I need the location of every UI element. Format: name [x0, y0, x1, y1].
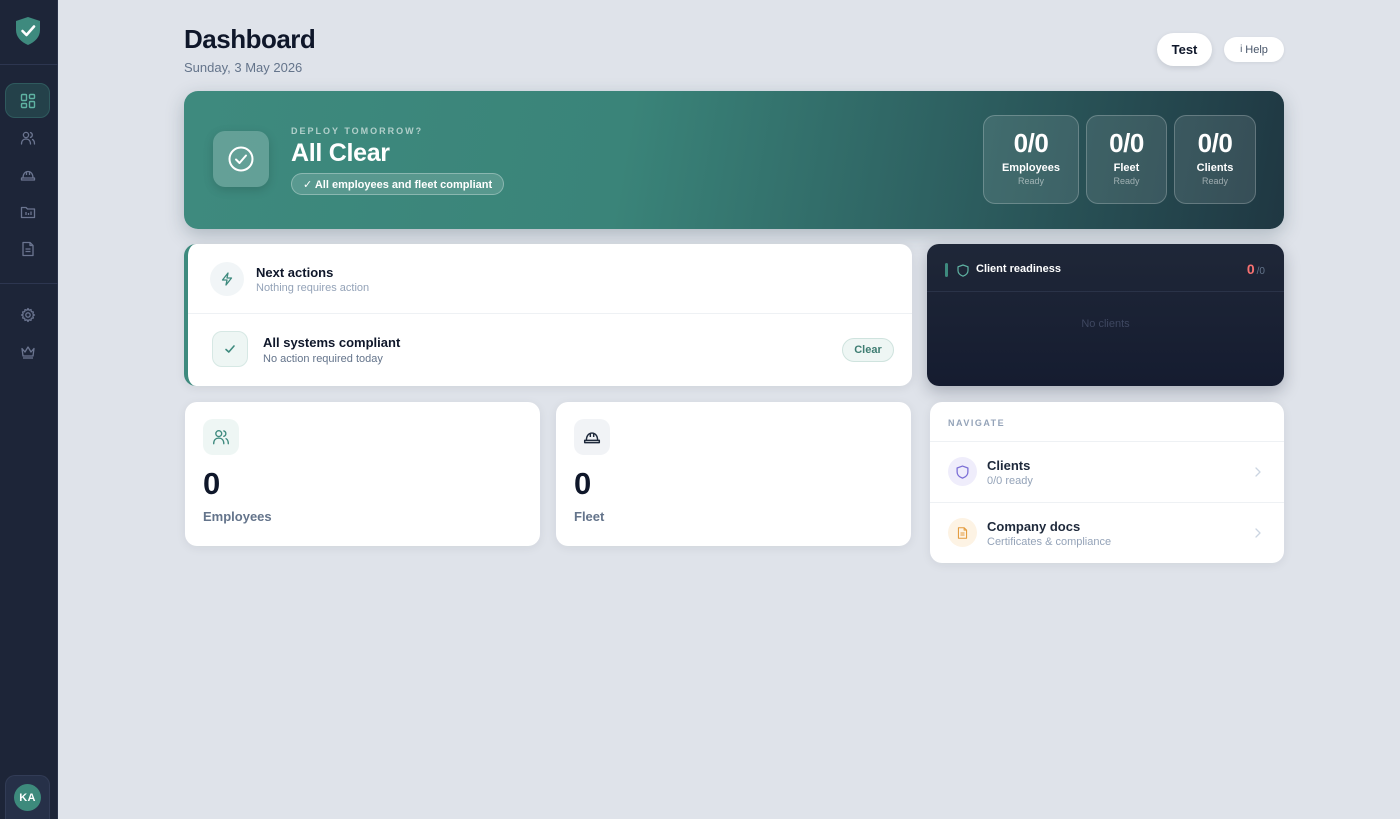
fleet-count: 0: [574, 466, 592, 501]
page-date: Sunday, 3 May 2026: [184, 60, 303, 75]
sidebar-divider: [0, 283, 58, 284]
sidebar-item-employees[interactable]: [5, 120, 50, 155]
next-actions-title: Next actions: [256, 265, 334, 280]
stat-value: 0/0: [1109, 128, 1144, 158]
stat-label: Employees: [1001, 162, 1061, 174]
dashboard-icon: [20, 93, 35, 108]
info-icon: i: [1240, 44, 1243, 55]
stat-label: Fleet: [1113, 162, 1140, 174]
test-button[interactable]: Test: [1157, 33, 1212, 66]
employees-count: 0: [203, 466, 221, 501]
checkmark-icon: [212, 331, 248, 367]
empty-state: No clients: [1081, 318, 1130, 330]
nav-item-subtitle: Certificates & compliance: [987, 536, 1112, 548]
total-count: /0: [1256, 266, 1265, 277]
chevron-right-icon: [1255, 528, 1261, 538]
hardhat-icon: [20, 170, 35, 181]
sidebar: KA: [0, 0, 58, 819]
gear-icon: [20, 307, 35, 322]
sidebar-item-documents[interactable]: [5, 231, 50, 266]
navigate-item-clients[interactable]: Clients 0/0 ready: [930, 442, 1284, 502]
compliance-status-title: All systems compliant: [263, 335, 401, 350]
nav-item-title: Clients: [987, 458, 1031, 473]
page-title: Dashboard: [184, 24, 316, 54]
sidebar-item-settings[interactable]: [5, 297, 50, 332]
sidebar-item-fleet[interactable]: [5, 157, 50, 192]
ready-count: 0: [1246, 261, 1255, 277]
shield-check-logo-icon[interactable]: [14, 16, 42, 46]
employees-card[interactable]: 0 Employees: [185, 402, 540, 546]
stat-value: 0/0: [1013, 128, 1049, 158]
client-readiness-count: 0/0: [1247, 261, 1265, 277]
hardhat-icon: [574, 419, 610, 455]
folder-icon: [20, 206, 35, 218]
stat-sub: Ready: [1113, 176, 1140, 186]
clients-stat-tile[interactable]: 0/0 Clients Ready: [1174, 115, 1256, 204]
sidebar-item-dashboard[interactable]: [5, 83, 50, 118]
navigate-heading: NAVIGATE: [948, 418, 1006, 428]
sidebar-divider: [0, 64, 58, 65]
navigate-card: NAVIGATE Clients 0/0 ready Company docs …: [930, 402, 1284, 563]
deploy-status-banner: DEPLOY TOMORROW? All Clear ✓ All employe…: [184, 91, 1284, 229]
hero-eyebrow: DEPLOY TOMORROW?: [291, 126, 424, 136]
clear-button[interactable]: Clear: [842, 338, 894, 362]
crown-icon: [20, 345, 35, 359]
stat-label: Clients: [1196, 162, 1234, 174]
stat-sub: Ready: [1201, 176, 1228, 186]
users-icon: [203, 419, 239, 455]
sidebar-item-clients[interactable]: [5, 194, 50, 229]
help-label: Help: [1245, 43, 1268, 56]
accent-bar: [945, 263, 948, 277]
employees-stat-tile[interactable]: 0/0 Employees Ready: [983, 115, 1079, 204]
next-actions-subtitle: Nothing requires action: [256, 282, 370, 294]
lightning-icon: [210, 262, 244, 296]
navigate-item-company-docs[interactable]: Company docs Certificates & compliance: [930, 503, 1284, 563]
help-button[interactable]: i Help: [1224, 37, 1284, 62]
fleet-stat-tile[interactable]: 0/0 Fleet Ready: [1086, 115, 1167, 204]
client-readiness-title: Client readiness: [976, 263, 1061, 275]
fleet-card[interactable]: 0 Fleet: [556, 402, 911, 546]
card-divider: [188, 313, 912, 314]
document-icon: [948, 518, 977, 547]
avatar[interactable]: KA: [14, 784, 41, 811]
client-readiness-card: Client readiness 0/0 No clients: [927, 244, 1284, 386]
nav-item-subtitle: 0/0 ready: [987, 475, 1033, 487]
shield-icon: [948, 457, 977, 486]
users-icon: [20, 131, 35, 145]
nav-item-title: Company docs: [987, 519, 1081, 534]
compliance-status-subtitle: No action required today: [263, 353, 383, 365]
sidebar-item-premium[interactable]: [5, 334, 50, 369]
employees-label: Employees: [203, 509, 272, 524]
fleet-label: Fleet: [574, 509, 605, 524]
shield-icon: [957, 264, 969, 277]
document-icon: [21, 241, 34, 256]
chevron-right-icon: [1255, 467, 1261, 477]
compliance-badge: ✓ All employees and fleet compliant: [291, 173, 505, 195]
next-actions-card: Next actions Nothing requires action All…: [184, 244, 912, 386]
card-divider: [927, 291, 1284, 292]
user-menu[interactable]: KA: [5, 775, 50, 819]
hero-title: All Clear: [291, 139, 390, 167]
stat-value: 0/0: [1197, 128, 1233, 158]
stat-sub: Ready: [1017, 176, 1044, 186]
check-circle-icon: [213, 131, 269, 187]
